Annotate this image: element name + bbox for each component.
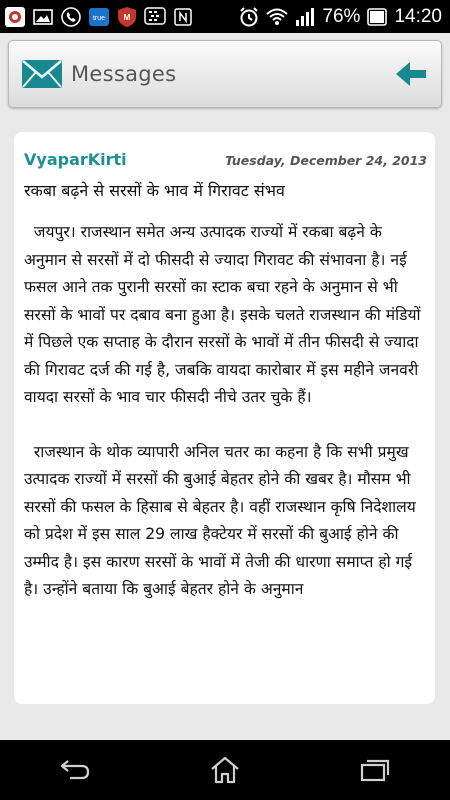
phone-icon: [60, 6, 82, 28]
navigation-bar: [0, 740, 450, 800]
sender-name: VyaparKirti: [24, 150, 127, 169]
notification-icons: true M: [0, 6, 194, 28]
mail-icon: [21, 59, 63, 89]
action-bar: Messages: [8, 40, 442, 108]
svg-text:M: M: [124, 13, 131, 22]
status-bar: true M 76% 14:20: [0, 0, 450, 33]
clock: 14:20: [394, 5, 442, 27]
truecaller-label: true: [93, 15, 105, 22]
back-arrow-icon[interactable]: [391, 58, 431, 90]
nfc-icon: [172, 6, 194, 28]
truecaller-icon: true: [88, 6, 110, 28]
signal-icon: [294, 6, 316, 28]
bbm-icon: [144, 6, 166, 28]
nav-recents-icon[interactable]: [345, 750, 405, 790]
app-icon: [4, 6, 26, 28]
message-paragraph: जयपुर। राजस्थान समेत अन्य उत्पादक राज्यो…: [24, 223, 426, 406]
battery-percent: 76%: [322, 5, 361, 27]
alarm-icon: [238, 6, 260, 28]
message-card: VyaparKirti Tuesday, December 24, 2013 र…: [14, 132, 435, 704]
message-body: जयपुर। राजस्थान समेत अन्य उत्पादक राज्यो…: [14, 201, 435, 604]
message-date: Tuesday, December 24, 2013: [224, 153, 427, 168]
mcafee-icon: M: [116, 6, 138, 28]
image-icon: [32, 6, 54, 28]
battery-icon: [366, 6, 388, 28]
page-title: Messages: [71, 62, 177, 86]
nav-home-icon[interactable]: [195, 750, 255, 790]
message-header: VyaparKirti Tuesday, December 24, 2013: [14, 132, 435, 169]
message-paragraph: राजस्थान के थोक व्यापारी अनिल चतर का कहन…: [24, 442, 421, 599]
status-indicators: 76% 14:20: [238, 6, 450, 28]
message-subject: रकबा बढ़ने से सरसों के भाव में गिरावट सं…: [24, 181, 285, 200]
wifi-icon: [266, 6, 289, 28]
nav-back-icon[interactable]: [45, 750, 105, 790]
